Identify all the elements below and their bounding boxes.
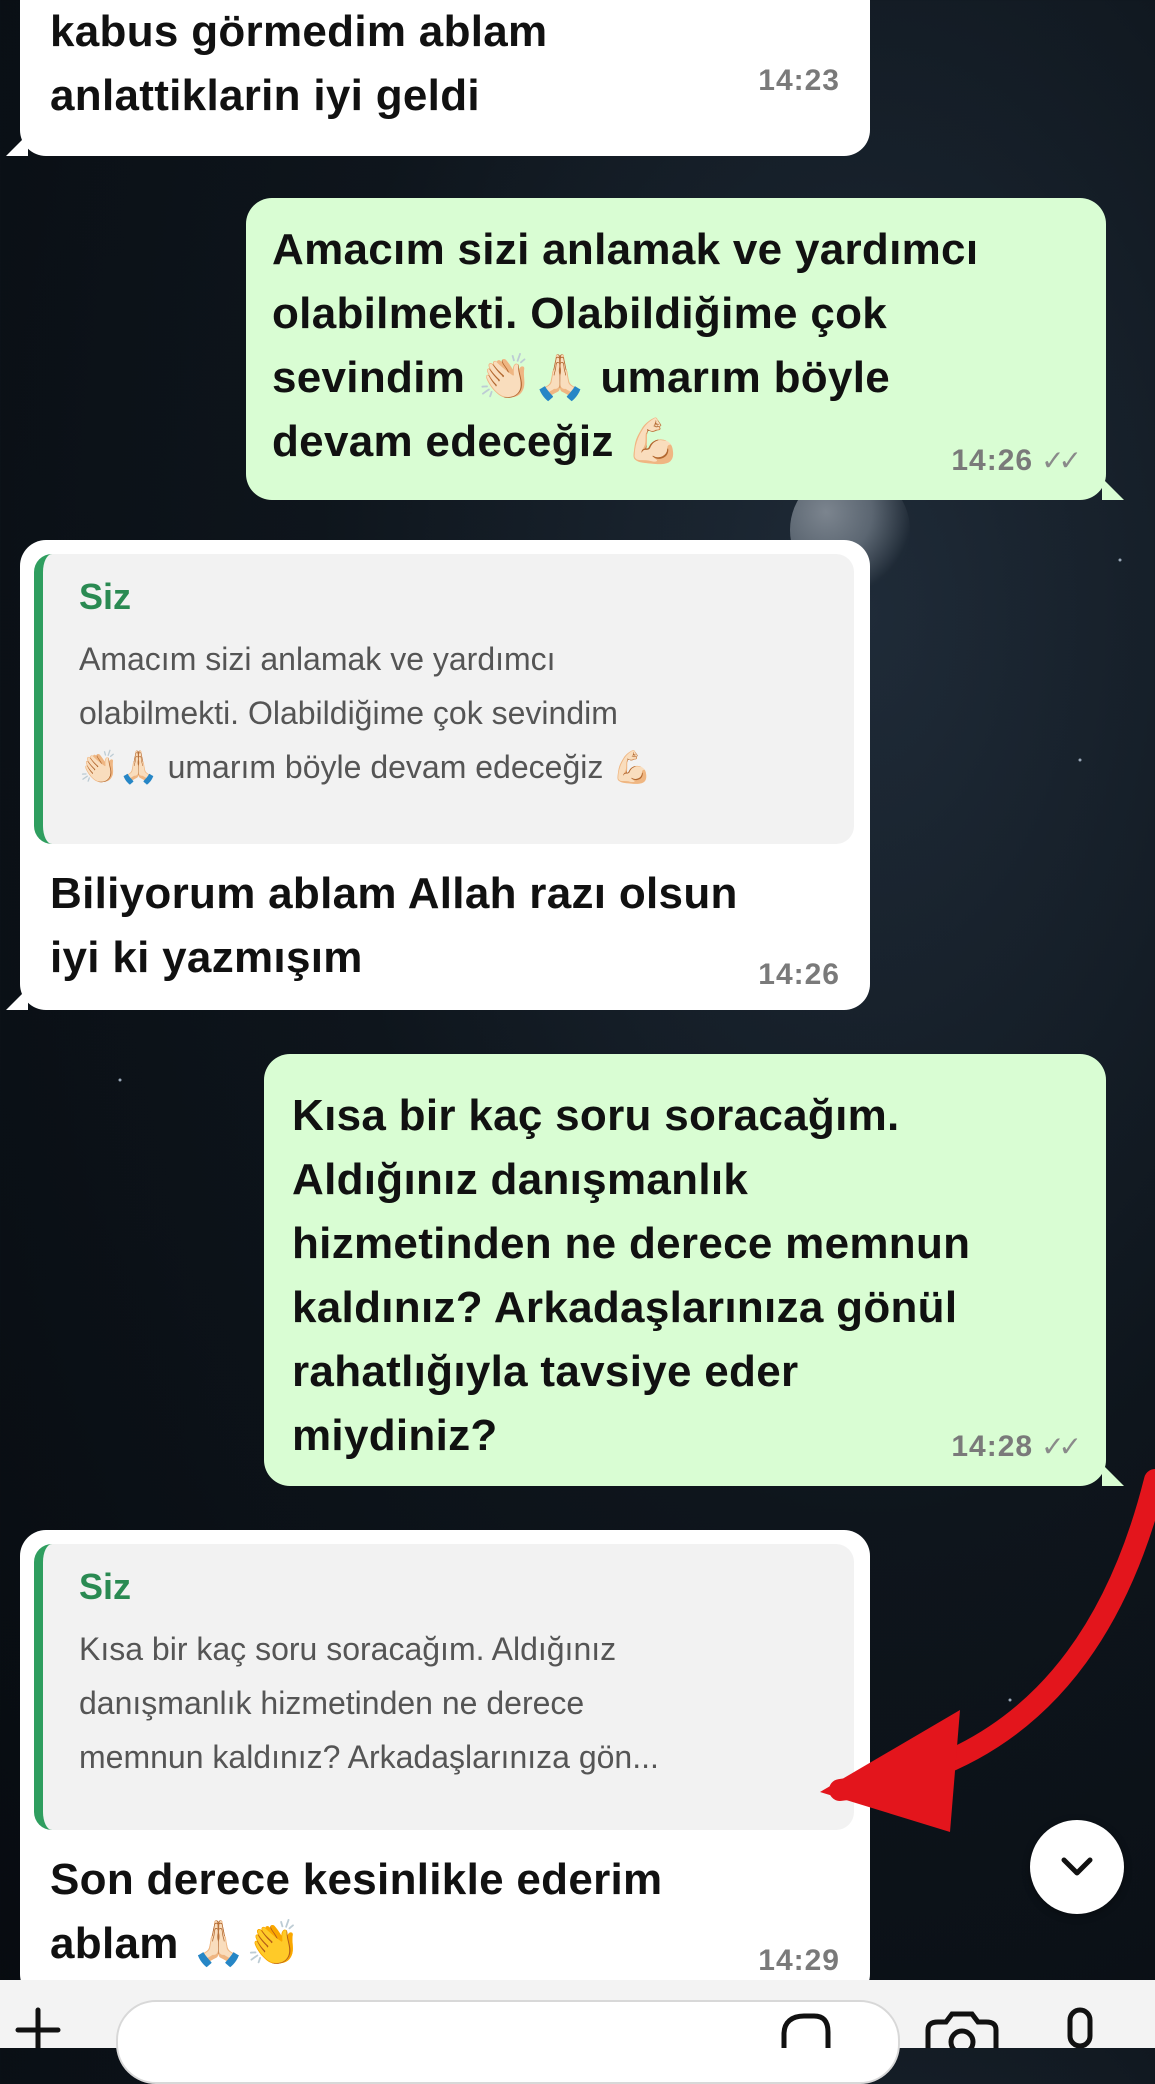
message-time: 14:26 ✓✓ <box>951 444 1082 478</box>
plus-icon[interactable] <box>8 2006 68 2048</box>
message-bubble-outgoing[interactable]: Amacım sizi anlamak ve yardımcı olabilme… <box>246 198 1106 500</box>
chevron-down-icon <box>1061 1857 1093 1876</box>
read-receipt-icon: ✓✓ <box>1041 445 1082 476</box>
message-bubble-incoming-reply[interactable]: Siz Amacım sizi anlamak ve yardımcı olab… <box>20 540 870 1010</box>
message-time-label: 14:28 <box>951 1430 1034 1463</box>
message-text: kabus görmedim ablam anlattiklarin iyi g… <box>50 7 548 120</box>
message-text: Kısa bir kaç soru soracağım. Aldığınız d… <box>292 1091 971 1460</box>
annotation-arrow <box>820 1469 1155 1832</box>
quoted-author: Siz <box>79 576 132 617</box>
quoted-author: Siz <box>79 1566 132 1607</box>
read-receipt-icon: ✓✓ <box>1041 1431 1082 1462</box>
message-text: Biliyorum ablam Allah razı olsun iyi ki … <box>50 869 738 982</box>
quoted-text: Kısa bir kaç soru soracağım. Aldığınız d… <box>79 1631 659 1775</box>
message-time: 14:26 <box>758 958 840 991</box>
camera-icon[interactable] <box>922 2010 1002 2048</box>
message-time: 14:23 <box>758 64 840 97</box>
message-time: 14:28 ✓✓ <box>951 1430 1082 1464</box>
message-bubble-outgoing[interactable]: Kısa bir kaç soru soracağım. Aldığınız d… <box>264 1054 1106 1486</box>
mic-icon[interactable] <box>1060 2006 1100 2048</box>
message-time: 14:29 <box>758 1944 840 1977</box>
message-text: Son derece kesinlikle ederim ablam 🙏🏻👏 <box>50 1855 663 1968</box>
scroll-to-bottom-button[interactable] <box>1030 1820 1124 1914</box>
bubble-tail <box>6 988 28 1010</box>
sticker-icon[interactable] <box>778 2012 834 2048</box>
quoted-text: Amacım sizi anlamak ve yardımcı olabilme… <box>79 641 653 785</box>
bubble-tail <box>1102 478 1124 500</box>
quoted-message[interactable]: Siz Kısa bir kaç soru soracağım. Aldığın… <box>34 1544 854 1830</box>
message-bubble-incoming[interactable]: kabus görmedim ablam anlattiklarin iyi g… <box>20 0 870 156</box>
bubble-tail <box>6 134 28 156</box>
message-bubble-incoming-reply[interactable]: Siz Kısa bir kaç soru soracağım. Aldığın… <box>20 1530 870 2000</box>
quoted-message[interactable]: Siz Amacım sizi anlamak ve yardımcı olab… <box>34 554 854 844</box>
message-text: Amacım sizi anlamak ve yardımcı olabilme… <box>272 225 979 466</box>
message-time-label: 14:26 <box>951 444 1034 477</box>
